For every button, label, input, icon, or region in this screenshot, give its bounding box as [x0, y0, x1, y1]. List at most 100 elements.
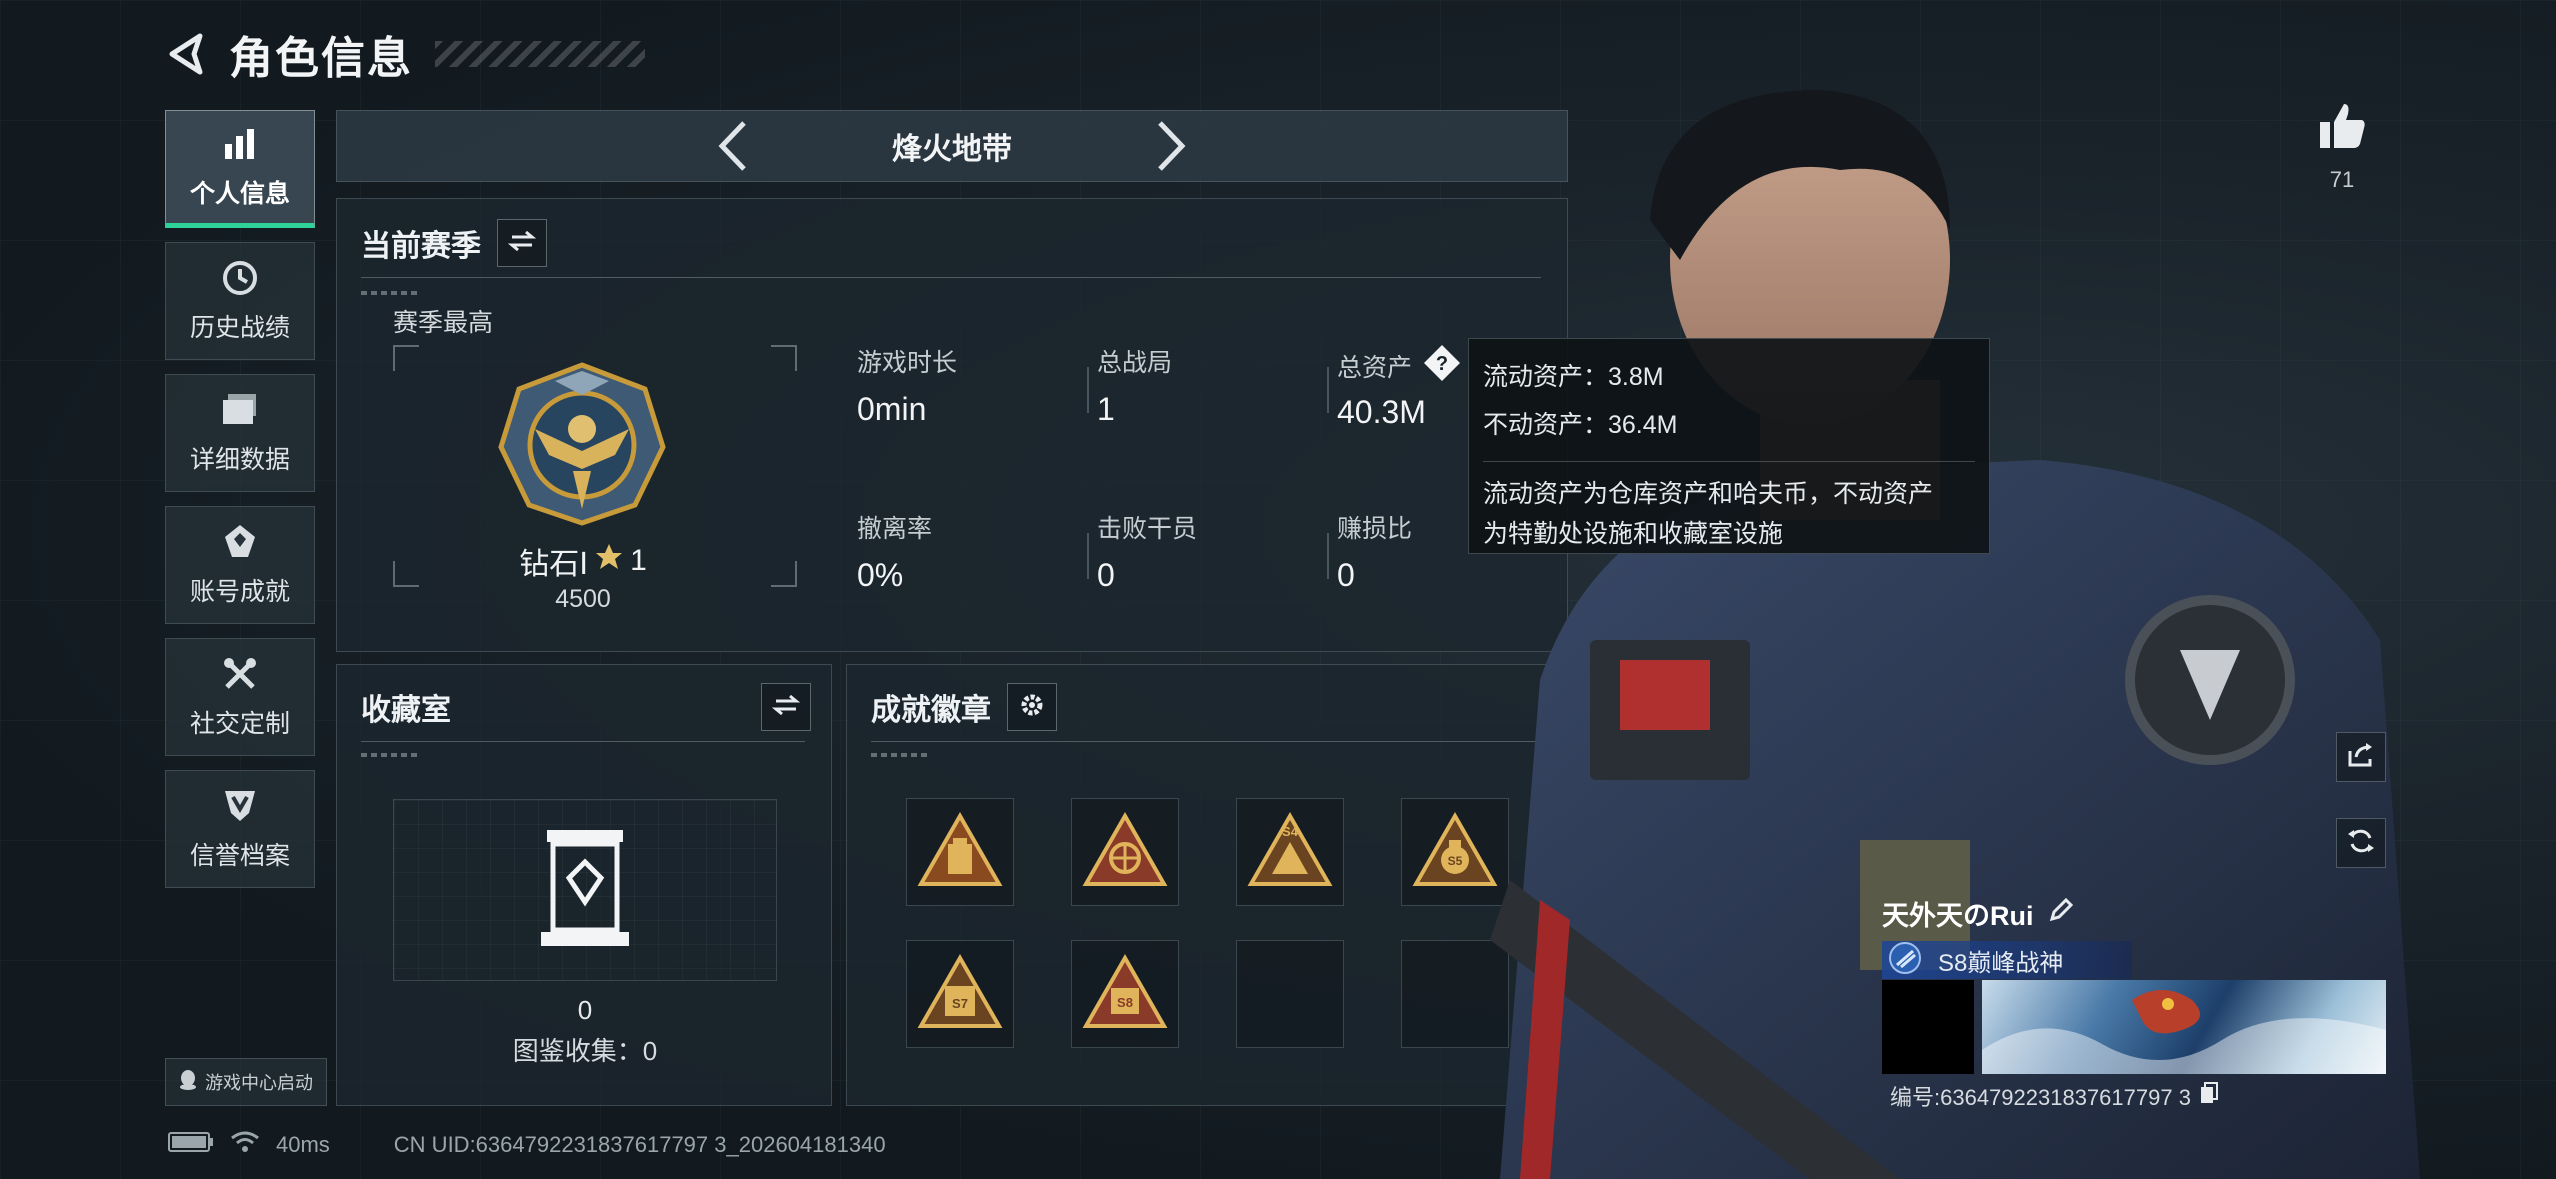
nav-label: 账号成就 [189, 578, 290, 606]
s4-badge-icon: S4 [1247, 811, 1333, 893]
stat-profit-ratio: 赚损比 0 [1335, 509, 1412, 594]
stat-extract-rate: 撤离率 0% [855, 509, 932, 594]
badge-text: S4 [1282, 824, 1299, 839]
avatar[interactable] [1882, 980, 1974, 1074]
catalog-count: 图鉴收集：0 [512, 1036, 658, 1066]
nav-item-reputation[interactable]: 信誉档案 [165, 770, 315, 888]
tools-icon [220, 654, 260, 694]
player-id-row: 编号:6364792231837617797 3 [1890, 1080, 2219, 1112]
star-icon [594, 542, 624, 580]
nav-item-achievements[interactable]: 账号成就 [165, 506, 315, 624]
rank-line: 钻石Ⅰ 1 [433, 539, 733, 583]
stat-play-time: 游戏时长 0min [855, 343, 957, 428]
globe-badge-icon [1082, 811, 1168, 893]
dash-decoration [361, 291, 421, 295]
badge-slot[interactable]: S8 [1071, 940, 1179, 1048]
copy-icon[interactable] [2199, 1081, 2219, 1111]
like-count: 71 [2329, 167, 2355, 192]
stat-value: 0min [857, 391, 927, 427]
back-arrow-icon[interactable] [165, 31, 211, 77]
refresh-icon [2346, 826, 2376, 861]
divider [1327, 533, 1329, 579]
gear-icon [1018, 691, 1046, 724]
help-icon[interactable]: ? [1422, 343, 1462, 388]
season-best-label: 赛季最高 [393, 309, 494, 337]
nav-item-personal-info[interactable]: 个人信息 [165, 110, 315, 228]
folder-icon [220, 390, 260, 430]
stat-label: 赚损比 [1337, 515, 1413, 543]
collection-panel: 收藏室 0 图鉴收集：0 [336, 664, 832, 1106]
stat-operators-defeated: 击败干员 0 [1095, 509, 1197, 594]
qq-icon [179, 1069, 197, 1096]
tooltip-desc-line2: 为特勤处设施和收藏室设施 [1483, 520, 1784, 548]
nav-label: 社交定制 [189, 710, 290, 738]
frame-corner [771, 345, 797, 371]
badge-slot[interactable] [1071, 798, 1179, 906]
uid-text: CN UID:6364792231837617797 3_20260418134… [393, 1132, 886, 1157]
title-decoration [435, 41, 645, 67]
chevron-right-icon[interactable] [1152, 118, 1192, 174]
card-images [1882, 980, 2386, 1074]
game-center-launch-button[interactable]: 游戏中心启动 [165, 1058, 327, 1106]
season-panel: 当前赛季 赛季最高 钻石Ⅰ 1 4500 游戏时长 0min 总战局 1 总资产… [336, 198, 1568, 652]
tooltip-liquid-assets: 流动资产：3.8M [1483, 363, 1664, 391]
collection-display[interactable] [393, 799, 777, 981]
rank-points: 4500 [555, 585, 611, 613]
swap-season-button[interactable] [497, 219, 547, 267]
stat-total-assets: 总资产 ? 40.3M [1335, 343, 1462, 431]
rank-title-strip: S8巅峰战神 [1882, 941, 2132, 979]
stat-label: 撤离率 [857, 515, 933, 543]
frame-corner [393, 561, 419, 587]
divider [361, 277, 1541, 278]
stat-label: 游戏时长 [857, 349, 958, 377]
chevron-left-icon[interactable] [712, 118, 752, 174]
rank-emblem-icon [495, 359, 669, 527]
nav-item-history[interactable]: 历史战绩 [165, 242, 315, 360]
divider [1087, 533, 1089, 579]
backpack-badge-icon [917, 811, 1003, 893]
achievement-settings-button[interactable] [1007, 683, 1057, 731]
share-button[interactable] [2336, 732, 2386, 782]
nav-item-social[interactable]: 社交定制 [165, 638, 315, 756]
thumbs-up-icon[interactable] [2316, 104, 2368, 156]
stat-value: 0 [1097, 557, 1115, 593]
player-id: 编号:6364792231837617797 3 [1890, 1085, 2191, 1110]
wifi-icon [230, 1130, 260, 1160]
share-icon [2346, 741, 2376, 774]
collection-title: 收藏室 [361, 694, 451, 727]
dash-decoration [361, 753, 421, 757]
refresh-button[interactable] [2336, 818, 2386, 868]
badge-slot[interactable]: S4 [1236, 798, 1344, 906]
dash-decoration [871, 753, 931, 757]
header: 角色信息 [165, 22, 645, 86]
achievement-icon [220, 522, 260, 562]
side-nav: 个人信息 历史战绩 详细数据 账号成就 社交定制 信誉档案 [165, 110, 315, 902]
badge-slot[interactable]: S7 [906, 940, 1014, 1048]
divider [871, 741, 1543, 742]
launch-label: 游戏中心启动 [205, 1073, 313, 1093]
divider [1087, 367, 1089, 413]
profile-banner[interactable] [1982, 980, 2386, 1074]
stat-value: 0% [857, 557, 904, 593]
tooltip-desc-line1: 流动资产为仓库资产和哈夫币，不动资产 [1483, 480, 1934, 508]
clock-icon [220, 258, 260, 298]
tooltip-fixed-assets: 不动资产：36.4M [1483, 411, 1678, 439]
frame-corner [771, 561, 797, 587]
rank-title: S8巅峰战神 [1938, 949, 2064, 977]
rank-title-icon [1888, 941, 1922, 980]
edit-icon[interactable] [2048, 897, 2074, 930]
nav-label: 个人信息 [189, 180, 290, 208]
badge-slot[interactable] [906, 798, 1014, 906]
badge-text: S7 [952, 996, 968, 1011]
badge-slot-empty[interactable] [1236, 940, 1344, 1048]
player-name-row: 天外天のRui [1882, 894, 2386, 933]
frame-corner [393, 345, 419, 371]
swap-collection-button[interactable] [761, 683, 811, 731]
player-card: 天外天のRui S8巅峰战神 编号:6364792231837617797 3 [1882, 894, 2386, 1114]
svg-text:?: ? [1436, 353, 1448, 375]
player-name: 天外天のRui [1882, 901, 2034, 931]
stat-label: 击败干员 [1097, 515, 1198, 543]
s8-badge-icon: S8 [1082, 953, 1168, 1035]
nav-item-detail-data[interactable]: 详细数据 [165, 374, 315, 492]
stat-label: 总战局 [1097, 349, 1173, 377]
